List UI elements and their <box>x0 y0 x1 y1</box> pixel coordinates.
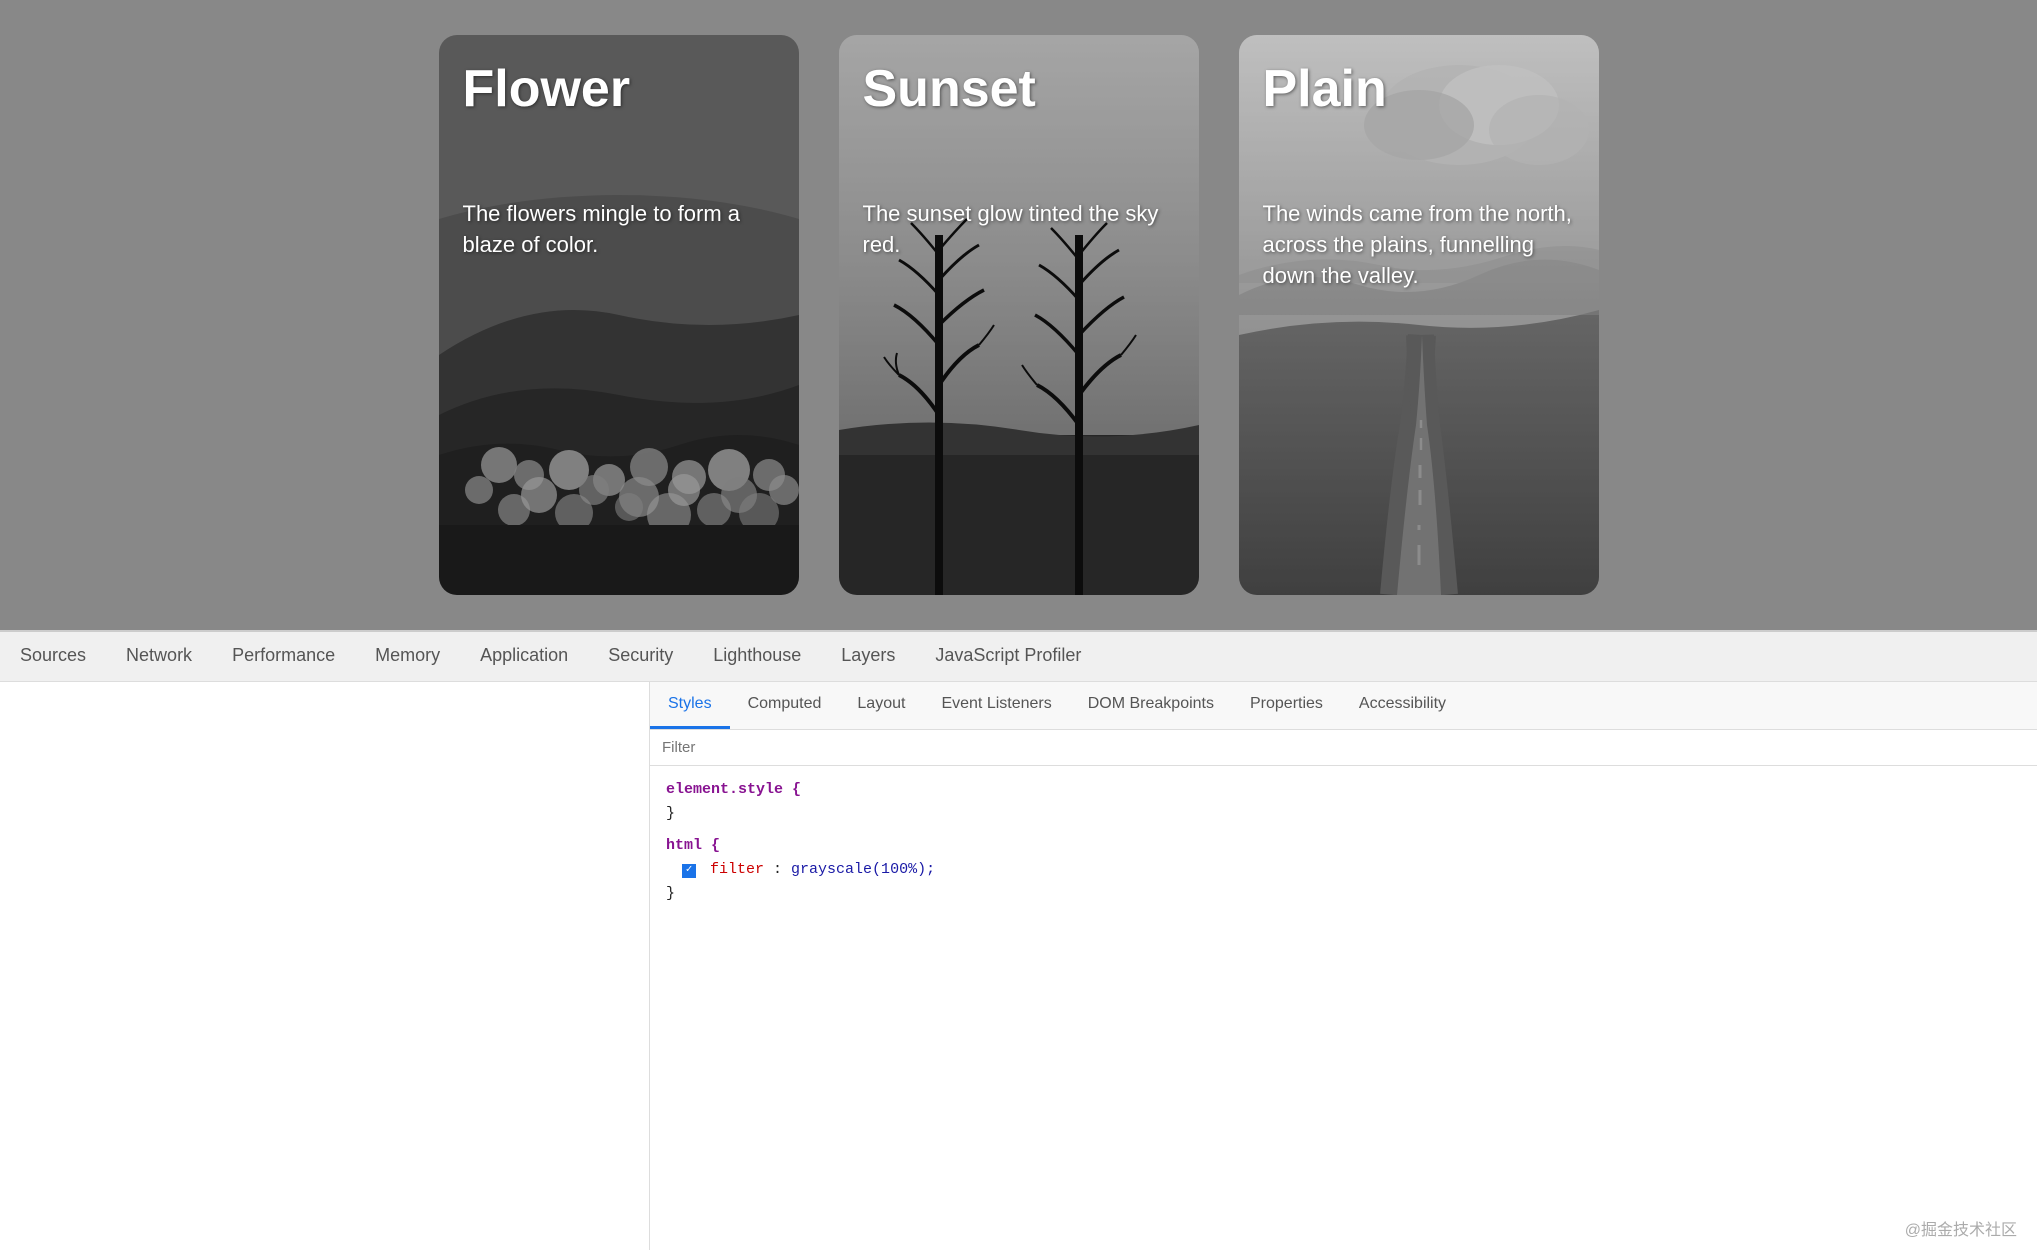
styles-tab-layout[interactable]: Layout <box>839 682 923 729</box>
tab-lighthouse[interactable]: Lighthouse <box>693 632 821 681</box>
tab-layers[interactable]: Layers <box>821 632 915 681</box>
styles-filter-input[interactable] <box>662 739 2025 756</box>
devtools-main-tabs: Sources Network Performance Memory Appli… <box>0 632 2037 682</box>
card-sunset-desc: The sunset glow tinted the sky red. <box>863 199 1175 261</box>
code-block-html-close: } <box>666 882 2021 906</box>
code-selector-element-style: element.style { <box>666 778 801 802</box>
card-sunset[interactable]: Sunset The sunset glow tinted the sky re… <box>839 35 1199 595</box>
styles-tab-dom-breakpoints[interactable]: DOM Breakpoints <box>1070 682 1232 729</box>
styles-code-area: element.style { } html { filter : gray <box>650 766 2037 918</box>
tab-javascript-profiler[interactable]: JavaScript Profiler <box>915 632 1101 681</box>
code-block-html-selector: html { <box>666 834 2021 858</box>
card-flower-content: Flower The flowers mingle to form a blaz… <box>439 35 799 285</box>
styles-tab-event-listeners[interactable]: Event Listeners <box>923 682 1069 729</box>
code-html-selector: html { <box>666 834 720 858</box>
code-block-element-style: element.style { <box>666 778 2021 802</box>
styles-filter-bar[interactable] <box>650 730 2037 766</box>
card-sunset-title: Sunset <box>863 59 1175 119</box>
watermark: @掘金技术社区 <box>1905 1216 2017 1240</box>
styles-tab-computed[interactable]: Computed <box>730 682 840 729</box>
card-plain-content: Plain The winds came from the north, acr… <box>1239 35 1599 315</box>
card-plain[interactable]: Plain The winds came from the north, acr… <box>1239 35 1599 595</box>
code-block-html-filter: filter : grayscale(100%); <box>666 858 2021 882</box>
styles-tab-styles[interactable]: Styles <box>650 682 730 729</box>
card-flower-desc: The flowers mingle to form a blaze of co… <box>463 199 775 261</box>
card-plain-desc: The winds came from the north, across th… <box>1263 199 1575 291</box>
devtools-main-area: Styles Computed Layout Event Listeners D… <box>0 682 2037 1250</box>
card-sunset-content: Sunset The sunset glow tinted the sky re… <box>839 35 1199 285</box>
code-block-element-style-close: } <box>666 802 2021 826</box>
card-flower-title: Flower <box>463 59 775 119</box>
card-plain-title: Plain <box>1263 59 1575 119</box>
tab-sources[interactable]: Sources <box>0 632 106 681</box>
code-property-filter: filter <box>710 861 764 878</box>
devtools-dom-panel <box>0 682 650 1250</box>
devtools-panel: Sources Network Performance Memory Appli… <box>0 630 2037 1250</box>
tab-network[interactable]: Network <box>106 632 212 681</box>
devtools-styles-panel: Styles Computed Layout Event Listeners D… <box>650 682 2037 1250</box>
styles-tab-properties[interactable]: Properties <box>1232 682 1341 729</box>
tab-memory[interactable]: Memory <box>355 632 460 681</box>
styles-tab-accessibility[interactable]: Accessibility <box>1341 682 1464 729</box>
main-content: Flower The flowers mingle to form a blaz… <box>0 0 2037 630</box>
tab-application[interactable]: Application <box>460 632 588 681</box>
code-value-filter: grayscale(100%); <box>791 861 935 878</box>
tab-security[interactable]: Security <box>588 632 693 681</box>
tab-performance[interactable]: Performance <box>212 632 355 681</box>
styles-tabs-bar: Styles Computed Layout Event Listeners D… <box>650 682 2037 730</box>
card-flower[interactable]: Flower The flowers mingle to form a blaz… <box>439 35 799 595</box>
filter-checkbox[interactable] <box>682 864 696 878</box>
